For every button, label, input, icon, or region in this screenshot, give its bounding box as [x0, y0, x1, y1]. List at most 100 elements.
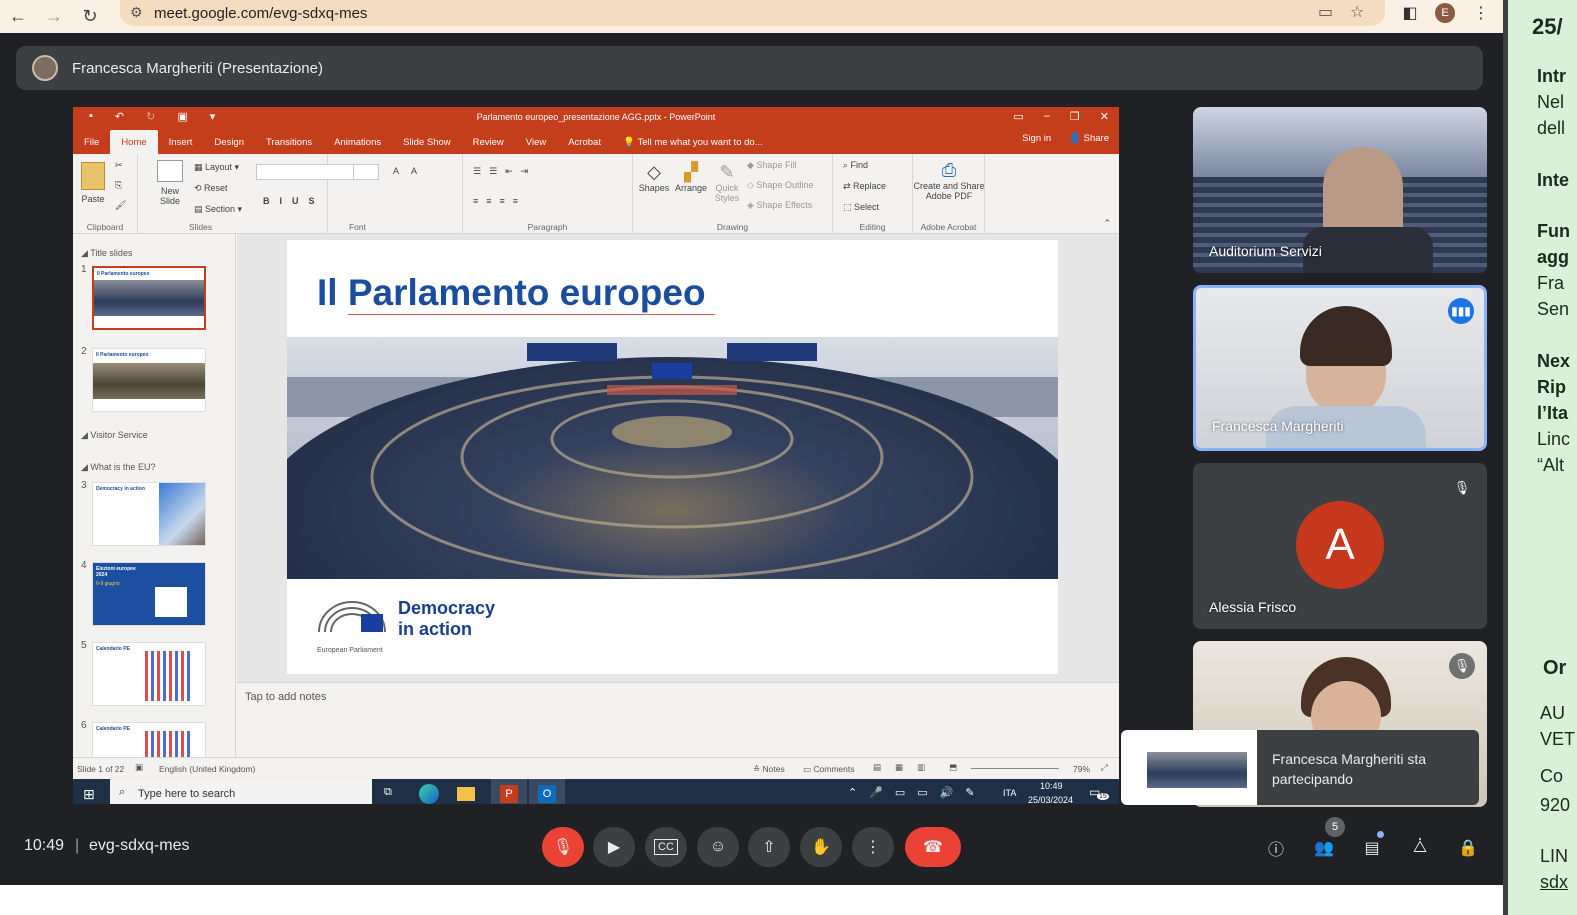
shape-effects-button[interactable]: ◈ Shape Effects: [747, 200, 812, 211]
host-controls-icon[interactable]: 🔒: [1455, 835, 1481, 861]
fit-to-window-icon[interactable]: ⤢: [1101, 762, 1108, 773]
back-icon[interactable]: ←: [0, 0, 36, 33]
undo-icon[interactable]: ↶: [115, 110, 124, 123]
captions-button[interactable]: CC: [645, 827, 687, 867]
current-slide[interactable]: Il Parlamento europeo European Parliamen…: [287, 240, 1058, 674]
language-indicator[interactable]: English (United Kingdom): [159, 764, 255, 774]
slide-thumb-1[interactable]: Il Parlamento europeo: [92, 266, 206, 330]
find-button[interactable]: ⌕ Find: [843, 160, 868, 171]
collapse-ribbon-icon[interactable]: ⌃: [1103, 218, 1111, 229]
powerpoint-taskbar-icon[interactable]: P: [491, 779, 527, 804]
task-view-icon[interactable]: ⧉: [384, 786, 392, 799]
close-icon[interactable]: ✕: [1100, 110, 1109, 123]
present-icon[interactable]: ▣: [177, 110, 187, 123]
browser-menu-icon[interactable]: ⋮: [1472, 0, 1490, 26]
section-button[interactable]: ▤ Section ▾: [194, 204, 242, 215]
paste-button[interactable]: Paste: [79, 162, 107, 204]
customize-qat-icon[interactable]: ▾: [210, 110, 216, 123]
participant-tile-alessia[interactable]: 🎙 A Alessia Frisco: [1193, 463, 1487, 629]
meeting-details-icon[interactable]: ⓘ: [1263, 835, 1289, 861]
edge-icon[interactable]: [419, 784, 439, 804]
camera-toggle-button[interactable]: ▶: [593, 827, 635, 867]
side-panel-icon[interactable]: ◧: [1400, 0, 1420, 26]
font-size-box[interactable]: [353, 164, 379, 180]
restore-icon[interactable]: ❐: [1070, 110, 1080, 123]
join-notification[interactable]: Francesca Margheriti sta partecipando: [1121, 730, 1479, 805]
people-icon[interactable]: 👥: [1311, 835, 1337, 861]
start-icon[interactable]: ⊞: [83, 786, 95, 803]
slide-thumb-4[interactable]: Elezioni europee 2024 6-9 giugno: [92, 562, 206, 626]
tab-view[interactable]: View: [515, 130, 557, 154]
select-button[interactable]: ⬚ Select: [843, 202, 879, 213]
bookmark-star-icon[interactable]: ☆: [1350, 2, 1364, 22]
tab-acrobat[interactable]: Acrobat: [557, 130, 612, 154]
doc-link[interactable]: sdx: [1540, 872, 1568, 893]
participant-tile-francesca[interactable]: ▮▮▮ Francesca Margheriti: [1193, 285, 1487, 451]
taskbar-date[interactable]: 25/03/2024: [1028, 795, 1073, 804]
bullets-icon[interactable]: ☰☰⇤⇥: [473, 166, 536, 177]
arrange-button[interactable]: ▞ Arrange: [673, 162, 709, 193]
tab-file[interactable]: File: [73, 130, 110, 154]
outlook-taskbar-icon[interactable]: O: [529, 779, 565, 804]
tab-animations[interactable]: Animations: [323, 130, 392, 154]
tab-transitions[interactable]: Transitions: [255, 130, 323, 154]
shape-fill-button[interactable]: ◆ Shape Fill: [747, 160, 796, 171]
chat-icon[interactable]: ▤: [1359, 835, 1385, 861]
ribbon-display-icon[interactable]: ▭: [1013, 110, 1023, 123]
spell-check-icon[interactable]: ▣: [135, 762, 143, 773]
slideshow-view-icon[interactable]: ⬒: [949, 762, 957, 773]
share-button[interactable]: 👤 Share: [1069, 133, 1109, 144]
more-options-button[interactable]: ⋮: [852, 827, 894, 867]
activities-icon[interactable]: ⧊: [1407, 835, 1433, 861]
profile-avatar[interactable]: E: [1435, 3, 1455, 23]
tab-insert[interactable]: Insert: [158, 130, 204, 154]
sign-in-link[interactable]: Sign in: [1022, 133, 1051, 144]
replace-button[interactable]: ⇄ Replace: [843, 181, 886, 192]
notes-pane[interactable]: Tap to add notes: [237, 682, 1119, 757]
minimize-icon[interactable]: –: [1044, 110, 1050, 123]
create-share-pdf-button[interactable]: ⎙ Create and Share Adobe PDF: [913, 160, 985, 201]
font-format-icons[interactable]: BIUS: [263, 196, 325, 206]
save-icon[interactable]: ▪: [89, 110, 93, 123]
shape-outline-button[interactable]: ◇ Shape Outline: [747, 180, 813, 191]
forward-icon[interactable]: →: [36, 0, 72, 33]
file-explorer-icon[interactable]: [457, 787, 475, 801]
tab-design[interactable]: Design: [203, 130, 255, 154]
participant-tile-auditorium[interactable]: Auditorium Servizi: [1193, 107, 1487, 273]
present-button[interactable]: ⇧: [748, 827, 790, 867]
slide-thumb-3[interactable]: Democracy in action: [92, 482, 206, 546]
quick-styles-button[interactable]: ✎ Quick Styles: [711, 162, 743, 203]
mic-toggle-button[interactable]: 🎙: [542, 827, 584, 867]
slide-thumb-2[interactable]: Il Parlamento europeo: [92, 348, 206, 412]
new-slide-button[interactable]: New Slide: [152, 160, 188, 206]
taskbar-search[interactable]: ⌕ Type here to search: [110, 779, 372, 804]
leave-call-button[interactable]: ☎: [905, 827, 961, 867]
notes-toggle[interactable]: ≙ Notes: [753, 764, 785, 775]
slide-title[interactable]: Il Parlamento europeo: [317, 272, 706, 314]
format-painter-icon[interactable]: 🖌: [115, 200, 126, 211]
taskbar-time[interactable]: 10:49: [1040, 781, 1063, 791]
raise-hand-button[interactable]: ✋: [800, 827, 842, 867]
address-bar[interactable]: ⚙ meet.google.com/evg-sdxq-mes ▭ ☆: [120, 0, 1385, 26]
view-buttons[interactable]: ▤▦▥: [873, 762, 939, 773]
redo-icon[interactable]: ↻: [146, 110, 155, 123]
slide-thumb-5[interactable]: Calendario PE: [92, 642, 206, 706]
tell-me-box[interactable]: 💡 Tell me what you want to do...: [612, 130, 774, 154]
section-title-slides[interactable]: ◢ Title slides: [81, 248, 132, 259]
tab-home[interactable]: Home: [110, 130, 158, 154]
site-info-icon[interactable]: ⚙: [130, 4, 143, 21]
section-what-is-eu[interactable]: ◢ What is the EU?: [81, 462, 155, 473]
comments-toggle[interactable]: ▭ Comments: [803, 764, 855, 775]
input-language[interactable]: ITA: [1003, 788, 1016, 798]
section-visitor-service[interactable]: ◢ Visitor Service: [81, 430, 148, 441]
layout-button[interactable]: ▦ Layout ▾: [194, 162, 239, 173]
hemicycle-photo[interactable]: [287, 337, 1058, 579]
font-grow-icons[interactable]: AA: [393, 166, 429, 176]
reactions-button[interactable]: ☺: [697, 827, 739, 867]
shapes-button[interactable]: ◇ Shapes: [637, 162, 671, 193]
zoom-slider[interactable]: [971, 768, 1059, 769]
camera-permission-icon[interactable]: ▭: [1318, 2, 1333, 22]
zoom-level[interactable]: 79%: [1073, 764, 1090, 774]
cut-icon[interactable]: ✂: [115, 160, 123, 171]
tab-slide-show[interactable]: Slide Show: [392, 130, 462, 154]
